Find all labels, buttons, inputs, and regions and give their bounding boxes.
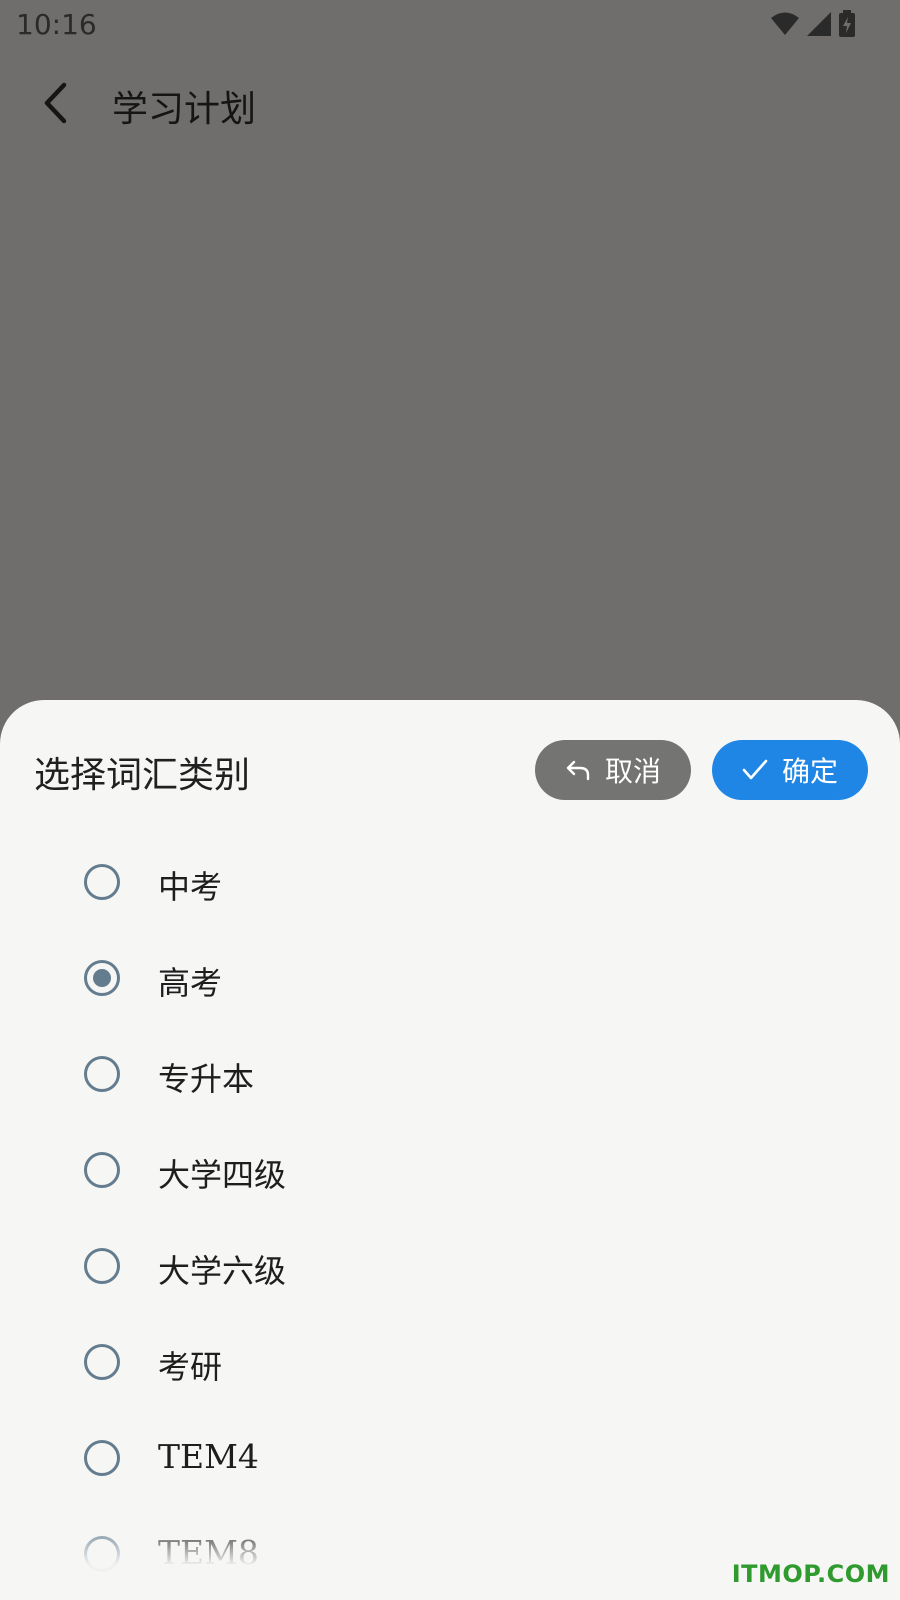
confirm-label: 确定 <box>781 756 838 787</box>
cancel-label: 取消 <box>604 756 661 787</box>
radio-button[interactable] <box>84 1248 120 1284</box>
radio-button[interactable] <box>84 864 120 900</box>
wifi-icon <box>770 11 800 37</box>
option-label: 专升本 <box>158 1060 255 1098</box>
chevron-left-icon <box>40 82 70 128</box>
sheet-title: 选择词汇类别 <box>34 755 251 796</box>
signal-icon <box>806 11 832 37</box>
option-item-gaokao[interactable]: 高考 <box>0 930 900 1026</box>
radio-button[interactable] <box>84 1440 120 1476</box>
undo-arrow-icon <box>565 759 591 781</box>
option-item-cet4[interactable]: 大学四级 <box>0 1122 900 1218</box>
option-item-zhuanshengben[interactable]: 专升本 <box>0 1026 900 1122</box>
checkmark-icon <box>742 758 768 782</box>
option-label: 大学六级 <box>158 1252 287 1290</box>
watermark: ITMOP.COM <box>731 1560 890 1588</box>
radio-button[interactable] <box>84 1536 120 1572</box>
radio-button[interactable] <box>84 1344 120 1380</box>
radio-button[interactable] <box>84 1056 120 1092</box>
option-item-kaoyan[interactable]: 考研 <box>0 1314 900 1410</box>
status-time: 10:16 <box>16 8 97 41</box>
battery-charging-icon <box>838 10 856 38</box>
radio-button[interactable] <box>84 1152 120 1188</box>
option-list: 中考 高考 专升本 大学四级 大学六级 考研 TEM4 TEM8 <box>0 834 900 1600</box>
cancel-button[interactable]: 取消 <box>535 740 691 800</box>
option-item-cet6[interactable]: 大学六级 <box>0 1218 900 1314</box>
option-label: 高考 <box>158 964 223 1002</box>
app-bar: 学习计划 <box>0 60 900 150</box>
option-label: TEM4 <box>158 1437 259 1476</box>
option-label: 中考 <box>158 868 223 906</box>
back-button[interactable] <box>30 78 80 132</box>
confirm-button[interactable]: 确定 <box>712 740 868 800</box>
option-label: 大学四级 <box>158 1156 287 1194</box>
page-title: 学习计划 <box>112 89 257 130</box>
status-icons <box>770 10 856 38</box>
option-item-tem4[interactable]: TEM4 <box>0 1410 900 1506</box>
option-label: TEM8 <box>158 1533 259 1572</box>
option-label: 考研 <box>158 1348 223 1386</box>
radio-button-selected[interactable] <box>84 960 120 996</box>
option-item-zhongkao[interactable]: 中考 <box>0 834 900 930</box>
vocabulary-category-sheet: 选择词汇类别 取消 确定 中考 高考 专升本 大学四级 大学六级 考研 TEM4… <box>0 700 900 1600</box>
status-bar: 10:16 <box>0 0 900 50</box>
